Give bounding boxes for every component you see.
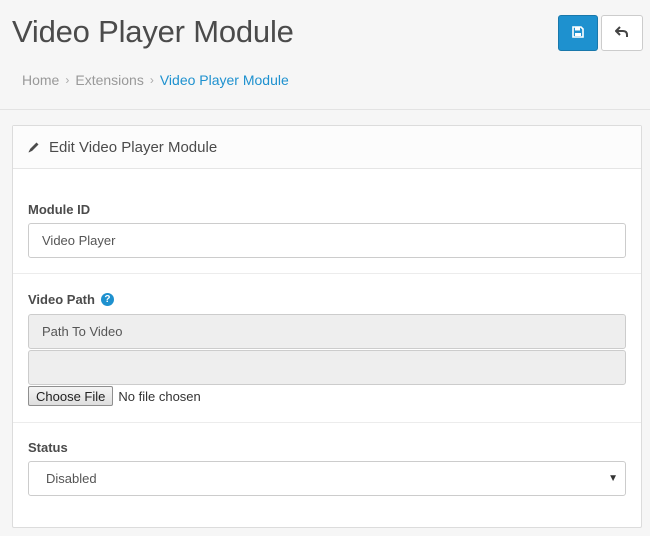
video-path-input[interactable]: Path To Video bbox=[28, 314, 626, 349]
breadcrumb-separator: › bbox=[149, 73, 154, 87]
floppy-disk-icon bbox=[572, 25, 584, 41]
status-label: Status bbox=[28, 440, 68, 455]
page-title: Video Player Module bbox=[12, 14, 294, 49]
status-select[interactable]: Disabled ▼ bbox=[28, 461, 626, 496]
divider bbox=[13, 273, 641, 274]
status-select-value: Disabled bbox=[46, 471, 97, 486]
video-path-label: Video Path ? bbox=[28, 292, 114, 307]
back-button[interactable] bbox=[601, 15, 643, 51]
file-status: No file chosen bbox=[118, 388, 201, 404]
breadcrumb-separator: › bbox=[65, 73, 70, 87]
edit-panel: Edit Video Player Module Module ID Video… bbox=[12, 125, 642, 528]
chevron-down-icon: ▼ bbox=[608, 473, 618, 484]
panel-heading-text: Edit Video Player Module bbox=[49, 138, 218, 156]
breadcrumb: Home › Extensions › Video Player Module bbox=[22, 72, 289, 88]
breadcrumb-video-player-module[interactable]: Video Player Module bbox=[160, 72, 289, 88]
panel-heading: Edit Video Player Module bbox=[13, 126, 641, 169]
page-header: Video Player Module Home › Extensions › … bbox=[0, 0, 650, 110]
help-icon[interactable]: ? bbox=[100, 293, 114, 306]
breadcrumb-extensions[interactable]: Extensions bbox=[75, 72, 143, 88]
video-path-second-input[interactable] bbox=[28, 350, 626, 385]
module-id-label: Module ID bbox=[28, 202, 91, 217]
reply-arrow-icon bbox=[615, 25, 629, 41]
choose-file-button[interactable]: Choose File bbox=[28, 386, 114, 406]
save-button[interactable] bbox=[558, 15, 598, 51]
divider bbox=[13, 422, 641, 423]
video-path-label-text: Video Path bbox=[28, 292, 95, 307]
file-chooser: Choose File No file chosen bbox=[28, 386, 201, 406]
module-id-input[interactable]: Video Player bbox=[28, 223, 626, 258]
breadcrumb-home[interactable]: Home bbox=[22, 72, 59, 88]
pencil-icon bbox=[27, 141, 40, 154]
